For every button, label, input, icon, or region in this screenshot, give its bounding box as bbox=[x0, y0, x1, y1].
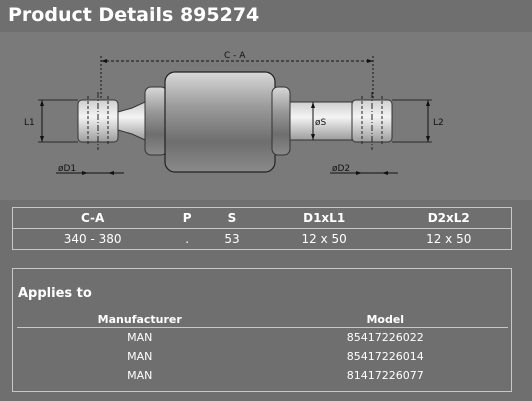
right-flange bbox=[271, 86, 291, 156]
spec-header-s: S bbox=[202, 207, 262, 229]
model-cell: 85417226014 bbox=[346, 350, 424, 363]
s-label: øS bbox=[315, 118, 327, 128]
spec-value-d2l2: 12 x 50 bbox=[426, 232, 472, 246]
spec-header-ca: C-A bbox=[12, 207, 173, 229]
page-title: Product Details 895274 bbox=[8, 4, 260, 26]
manufacturer-cell: MAN bbox=[127, 369, 153, 382]
spec-value-d1l1: 12 x 50 bbox=[301, 232, 347, 246]
model-cell: 85417226022 bbox=[346, 331, 424, 344]
l2-label: L2 bbox=[433, 118, 444, 128]
table-row: 340 - 380 . 53 12 x 50 12 x 50 bbox=[13, 229, 512, 250]
manufacturer-cell: MAN bbox=[127, 350, 153, 363]
applies-header-manufacturer: Manufacturer bbox=[17, 312, 263, 328]
spec-table: C-A P S D1xL1 D2xL2 340 - 380 . 53 12 x … bbox=[12, 207, 512, 250]
table-row: MAN 81417226077 bbox=[17, 366, 508, 385]
d1-label: øD1 bbox=[58, 164, 76, 174]
spec-header-d2l2: D2xL2 bbox=[386, 207, 512, 229]
applies-to-panel: Applies to Manufacturer Model MAN 854172… bbox=[12, 268, 512, 392]
spec-header-p: P bbox=[172, 207, 203, 229]
l1-label: L1 bbox=[24, 118, 35, 128]
spec-header-row: C-A P S D1xL1 D2xL2 bbox=[12, 207, 512, 229]
applies-header-row: Manufacturer Model bbox=[17, 312, 508, 328]
ca-label: C - A bbox=[224, 51, 246, 61]
product-drawing: C - A øS L1 L2 øD1 øD2 bbox=[0, 32, 532, 200]
table-row: MAN 85417226014 bbox=[17, 347, 508, 366]
spec-header-d1l1: D1xL1 bbox=[261, 207, 387, 229]
spec-value-p: . bbox=[185, 232, 190, 246]
rubber-body bbox=[164, 71, 276, 173]
left-flange bbox=[144, 86, 168, 156]
manufacturer-cell: MAN bbox=[127, 331, 153, 344]
applies-to-title: Applies to bbox=[18, 286, 92, 301]
table-row: MAN 85417226022 bbox=[17, 328, 508, 348]
spec-value-s: 53 bbox=[224, 232, 240, 246]
model-cell: 81417226077 bbox=[346, 369, 424, 382]
spec-value-ca: 340 - 380 bbox=[63, 232, 122, 246]
d2-label: øD2 bbox=[332, 164, 350, 174]
applies-table: Manufacturer Model MAN 85417226022 MAN 8… bbox=[17, 312, 508, 385]
applies-header-model: Model bbox=[262, 312, 508, 328]
